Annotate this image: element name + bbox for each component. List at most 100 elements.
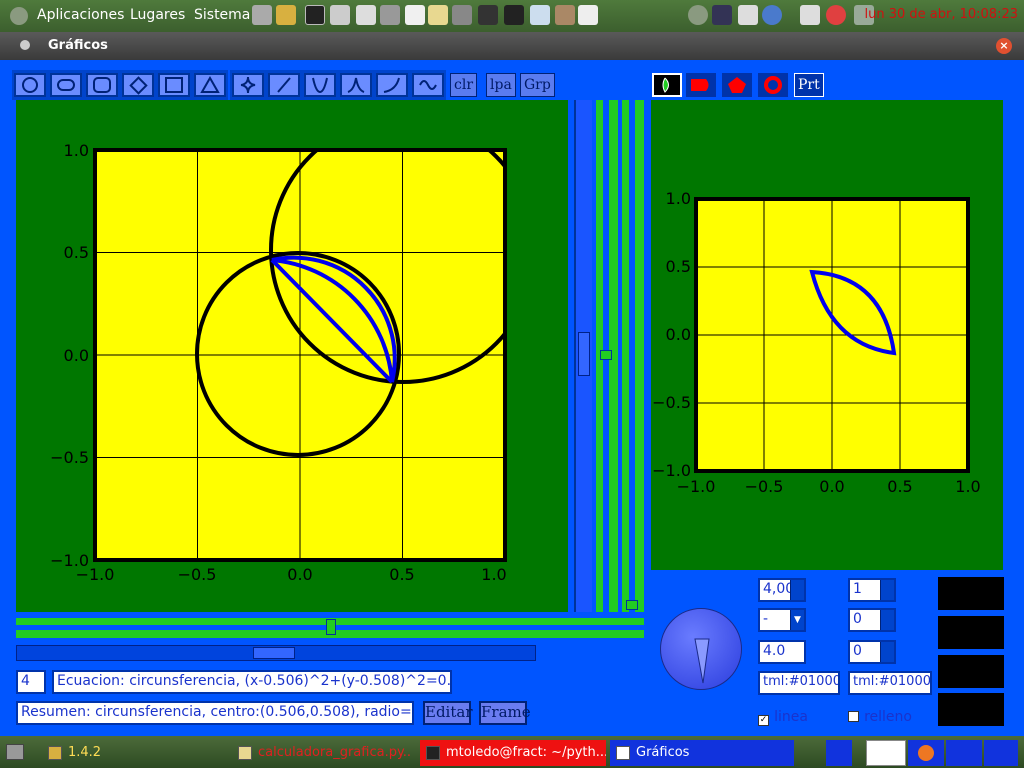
animal-app-icon[interactable] [478,5,498,25]
vertical-scrollbar[interactable] [574,100,592,612]
spinner-arrows-icon[interactable] [790,580,804,600]
linea-checkbox-row[interactable]: ✓ linea [758,706,808,726]
horizontal-slider-handle[interactable] [326,619,336,635]
terminal-icon[interactable] [305,5,325,25]
spinner-b[interactable]: 0 [848,608,896,632]
line-width-spinner[interactable]: 4,00 [758,578,806,602]
clock[interactable]: lun 30 de abr, 10:08:23 [865,7,1019,22]
frame-button[interactable]: Frame [479,701,531,725]
horizontal-slider[interactable] [16,618,644,638]
workspace-2[interactable] [866,740,906,766]
menu-aplicaciones[interactable]: Aplicaciones [37,7,124,23]
alarm-clock-icon[interactable] [826,5,846,25]
spinner-arrows-icon[interactable] [880,642,894,662]
hexagon-tool-button[interactable] [122,73,154,97]
preview-plot-panel[interactable]: 1.0 0.5 0.0 −0.5 −1.0 −1.0 −0.5 0.0 0.5 … [651,100,1003,570]
graph-icon[interactable] [530,5,550,25]
peak-curve-tool-button[interactable] [340,73,372,97]
vertical-slider-handle[interactable] [600,350,612,360]
rounded-shape-tool-button[interactable] [86,73,118,97]
edit-button[interactable]: Editar [423,701,473,725]
horizontal-scrollbar[interactable] [16,645,536,661]
ring-tool-button[interactable] [758,73,788,97]
screenshot-icon[interactable] [738,5,758,25]
task-terminal[interactable]: mtoledo@fract: ~/pyth... [420,740,606,766]
calendar-icon[interactable] [578,5,598,25]
bluetooth-icon[interactable] [800,5,820,25]
show-desktop-icon[interactable] [6,744,24,760]
linea-checkbox[interactable]: ✓ [758,715,769,726]
spinner-a[interactable]: 1 [848,578,896,602]
circle-tool-button[interactable] [14,73,46,97]
line-style-select[interactable]: - ▼ [758,608,806,632]
color-swatch-4[interactable] [938,693,1004,726]
vertical-slider-handle-2[interactable] [626,600,638,610]
color-swatch-2[interactable] [938,616,1004,649]
triangle-tool-button[interactable] [194,73,226,97]
square-tool-button[interactable] [158,73,190,97]
pentagon-tool-button[interactable] [722,73,752,97]
printer-icon[interactable] [252,5,272,25]
document-icon[interactable] [405,5,425,25]
size-field[interactable]: 4.0 [758,640,806,664]
fill-color-field[interactable]: tml:#010000 [848,671,932,695]
workspace-1[interactable] [826,740,852,766]
tag-tool-button[interactable] [686,73,716,97]
equation-field[interactable]: Ecuacion: circunsferencia, (x-0.506)^2+(… [52,670,452,694]
spinner-arrows-icon[interactable] [880,610,894,630]
relleno-checkbox[interactable] [848,711,859,722]
index-field[interactable]: 4 [16,670,46,694]
line-tool-button[interactable] [268,73,300,97]
tag-icon [691,79,709,91]
wave-tool-button[interactable] [412,73,444,97]
firefox-icon [918,745,934,761]
task-editor[interactable]: calculadora_grafica.py... [232,740,412,766]
color-swatch-1[interactable] [938,577,1004,610]
task-graficos[interactable]: Gráficos [610,740,794,766]
curve-tool-button[interactable] [376,73,408,97]
tool-icon[interactable] [330,5,350,25]
vertical-slider-track-2[interactable] [622,100,644,612]
workspace-4[interactable] [946,740,982,766]
keyboard-icon[interactable] [380,5,400,25]
color-swatch-3[interactable] [938,655,1004,688]
summary-field[interactable]: Resumen: circunsferencia, centro:(0.506,… [16,701,414,725]
workspace-3[interactable] [908,740,944,766]
vertical-scrollbar-thumb[interactable] [578,332,590,376]
ellipse-tool-button[interactable] [50,73,82,97]
home-folder-icon[interactable] [276,5,296,25]
grp-button[interactable]: Grp [520,73,555,97]
menu-lugares[interactable]: Lugares [130,7,185,23]
title-bar[interactable]: Gráficos × [0,32,1024,60]
close-icon[interactable]: × [996,38,1012,54]
network-icon[interactable] [356,5,376,25]
clr-button[interactable]: clr [450,73,478,97]
task-label: calculadora_grafica.py... [258,745,412,760]
horizontal-scrollbar-thumb[interactable] [253,647,295,659]
text-editor-icon[interactable] [428,5,448,25]
globe-icon[interactable] [762,5,782,25]
chevron-down-icon[interactable]: ▼ [790,610,804,630]
hammer-icon[interactable] [555,5,575,25]
inkscape-icon[interactable] [504,5,524,25]
workspace-5[interactable] [984,740,1018,766]
spinner-c[interactable]: 0 [848,640,896,664]
star-curve-tool-button[interactable] [232,73,264,97]
display-icon[interactable] [712,5,732,25]
system-logo-icon[interactable] [10,7,28,25]
vertical-slider-track[interactable] [596,100,618,612]
spinner-arrows-icon[interactable] [880,580,894,600]
main-plot-panel[interactable]: 1.0 0.5 0.0 −0.5 −1.0 −1.0 −0.5 0.0 0.5 … [16,100,568,612]
calculator-icon[interactable] [452,5,472,25]
prt-button[interactable]: Prt [794,73,824,97]
power-icon[interactable] [688,5,708,25]
task-folder[interactable]: 1.4.2 [42,740,222,766]
line-color-field[interactable]: tml:#010000 [758,671,840,695]
rotation-dial[interactable] [660,608,742,690]
parabola-tool-button[interactable] [304,73,336,97]
lpa-button[interactable]: lpa [486,73,516,97]
menu-sistema[interactable]: Sistema [194,7,250,23]
relleno-checkbox-row[interactable]: relleno [848,706,912,725]
window-menu-icon[interactable] [20,40,30,50]
leaf-tool-button[interactable] [652,73,682,97]
